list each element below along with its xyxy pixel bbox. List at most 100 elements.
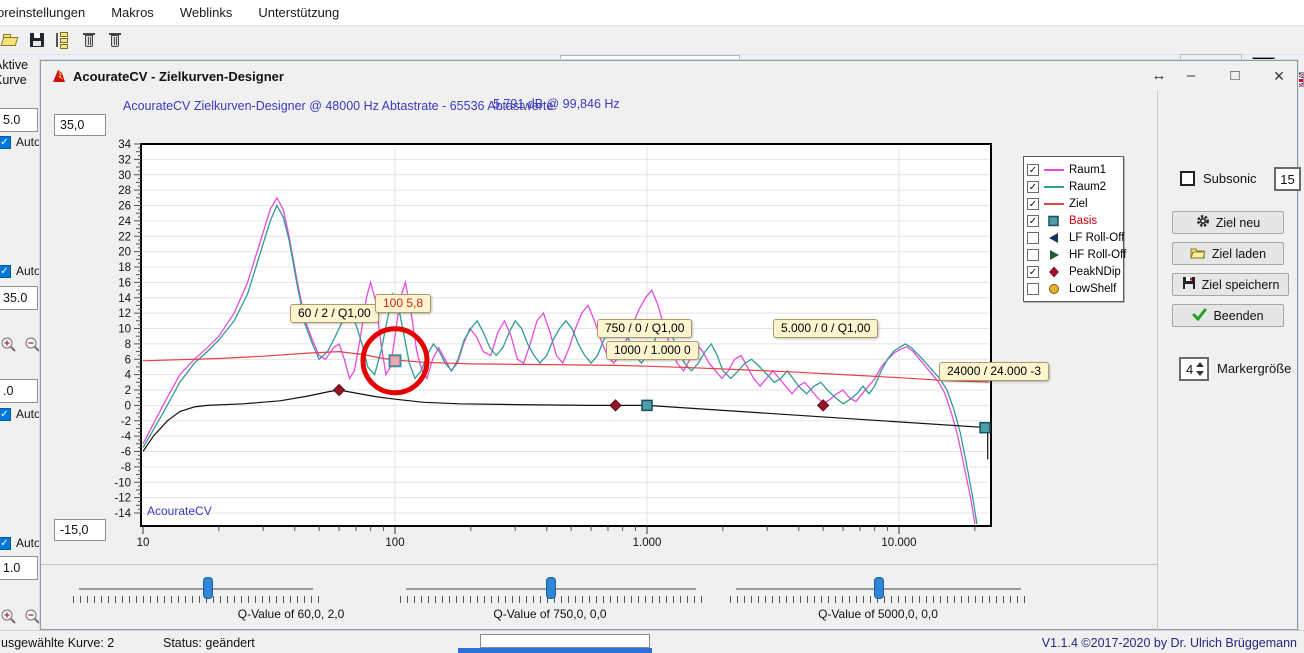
menu-item-unterstützung[interactable]: Unterstützung — [258, 5, 339, 20]
data-label: 24000 / 24.000 -3 — [939, 362, 1049, 381]
legend-checkbox[interactable] — [1027, 249, 1039, 261]
svg-text:16: 16 — [118, 277, 131, 289]
legend-label: Ziel — [1069, 198, 1088, 210]
selected-curve-marker[interactable] — [390, 355, 401, 366]
stepper-down-icon[interactable] — [1196, 371, 1204, 376]
y-max-field[interactable]: 35,0 — [54, 114, 106, 136]
curve-marker[interactable] — [642, 400, 652, 410]
line-icon — [1043, 181, 1065, 193]
curve-marker[interactable] — [610, 400, 621, 411]
marker-size-stepper[interactable]: 4 — [1179, 357, 1209, 381]
menu-item-makros[interactable]: Makros — [111, 5, 154, 20]
legend-checkbox[interactable]: ✓ — [1027, 215, 1039, 227]
svg-text:-10: -10 — [114, 477, 131, 489]
cursor-readout: 5,791 dB @ 99,846 Hz — [493, 97, 620, 111]
subsonic-value-field[interactable]: 15 — [1274, 167, 1301, 191]
legend-item-hf-roll-off[interactable]: HF Roll-Off — [1027, 246, 1120, 263]
legend-checkbox[interactable]: ✓ — [1027, 181, 1039, 193]
legend-item-lf-roll-off[interactable]: LF Roll-Off — [1027, 229, 1120, 246]
legend-checkbox[interactable]: ✓ — [1027, 198, 1039, 210]
legend-checkbox[interactable] — [1027, 232, 1039, 244]
ziel-neu-button[interactable]: Ziel neu — [1172, 211, 1284, 234]
ziel-speichern-button[interactable]: Ziel speichern — [1172, 273, 1289, 296]
active-curve-label-line2: Kurve — [0, 73, 27, 87]
slider-label: Q-Value of 60,0, 2,0 — [238, 607, 345, 621]
auto-checkbox-row-3[interactable]: ✓Auto — [0, 407, 41, 421]
minimize-icon[interactable]: – — [1177, 63, 1205, 89]
ziel-laden-button[interactable]: Ziel laden — [1172, 242, 1284, 265]
legend-item-ziel[interactable]: ✓ Ziel — [1027, 195, 1120, 212]
taskbar-peek — [458, 648, 652, 653]
slider-ticks — [73, 596, 319, 603]
legend-label: HF Roll-Off — [1069, 249, 1126, 261]
left-field-second[interactable]: 35.0 — [0, 286, 38, 310]
chart-watermark: AcourateCV — [147, 504, 212, 518]
zoom-out-icon[interactable] — [24, 608, 41, 625]
legend-item-raum1[interactable]: ✓ Raum1 — [1027, 161, 1120, 178]
curve-marker[interactable] — [818, 400, 829, 411]
legend-item-peakndip[interactable]: ✓PeakNDip — [1027, 263, 1120, 280]
menu-item-oreinstellungen[interactable]: oreinstellungen — [0, 5, 85, 20]
svg-text:12: 12 — [118, 308, 131, 320]
save-icon — [1182, 276, 1196, 293]
legend-label: Raum1 — [1069, 164, 1106, 176]
svg-text:14: 14 — [118, 293, 131, 305]
menu-item-weblinks[interactable]: Weblinks — [180, 5, 233, 20]
curve-marker[interactable] — [334, 385, 345, 396]
slider-label: Q-Value of 750,0, 0,0 — [493, 607, 606, 621]
auto-checkbox[interactable]: ✓ — [0, 408, 11, 421]
subsonic-checkbox[interactable] — [1180, 171, 1195, 186]
legend-item-raum2[interactable]: ✓Raum2 — [1027, 178, 1120, 195]
auto-checkbox-row-2[interactable]: ✓Auto — [0, 264, 41, 278]
auto-checkbox-row-4[interactable]: ✓Auto — [0, 536, 41, 550]
left-field-third[interactable]: .0 — [0, 379, 38, 403]
zoom-in-icon[interactable] — [0, 336, 17, 353]
marker-size-value: 4 — [1186, 362, 1193, 377]
trash-icon[interactable] — [106, 31, 124, 49]
svg-text:22: 22 — [118, 231, 131, 243]
legend-checkbox[interactable]: ✓ — [1027, 164, 1039, 176]
series-raum1 — [143, 198, 980, 582]
curve-marker[interactable] — [980, 423, 990, 433]
svg-text:6: 6 — [125, 354, 131, 366]
legend-checkbox[interactable]: ✓ — [1027, 266, 1039, 278]
slider-thumb[interactable] — [874, 577, 884, 599]
save-icon[interactable] — [28, 31, 46, 49]
open-icon[interactable] — [2, 31, 20, 49]
auto-checkbox[interactable]: ✓ — [0, 265, 11, 278]
slider-track[interactable] — [79, 588, 313, 590]
legend-item-lowshelf[interactable]: LowShelf — [1027, 280, 1120, 297]
left-field-top[interactable]: 5.0 — [0, 108, 38, 132]
square-icon — [1043, 215, 1065, 227]
resize-icon[interactable]: ↔ — [1145, 63, 1173, 89]
auto-checkbox-row-1[interactable]: ✓Auto — [0, 135, 41, 149]
circle-icon — [1043, 283, 1065, 295]
maximize-icon[interactable]: □ — [1221, 63, 1249, 89]
beenden-button[interactable]: Beenden — [1172, 304, 1284, 327]
y-min-field[interactable]: -15,0 — [54, 519, 106, 541]
left-field-bottom[interactable]: 1.0 — [0, 556, 38, 580]
legend: ✓Raum1✓Raum2✓Ziel✓BasisLF Roll-OffHF Rol… — [1023, 156, 1124, 302]
auto-checkbox[interactable]: ✓ — [0, 537, 11, 550]
trash-icon[interactable] — [80, 31, 98, 49]
svg-text:8: 8 — [125, 339, 131, 351]
stepper-up-icon[interactable] — [1196, 362, 1204, 367]
legend-label: LF Roll-Off — [1069, 232, 1124, 244]
legend-item-basis[interactable]: ✓Basis — [1027, 212, 1120, 229]
auto-checkbox[interactable]: ✓ — [0, 136, 11, 149]
gear-icon — [1196, 214, 1210, 231]
marker-size-label: Markergröße — [1217, 361, 1291, 376]
folder-icon — [1190, 246, 1206, 262]
slider-thumb[interactable] — [203, 577, 213, 599]
button-label: Ziel laden — [1212, 247, 1266, 261]
legend-checkbox[interactable] — [1027, 283, 1039, 295]
close-icon[interactable]: × — [1265, 63, 1293, 89]
curves-icon[interactable] — [54, 31, 72, 49]
toolbar-icons — [2, 31, 124, 49]
zoom-controls — [0, 336, 41, 353]
window-titlebar[interactable]: AcourateCV - Zielkurven-Designer ↔ – □ × — [41, 61, 1297, 91]
slider-thumb[interactable] — [546, 577, 556, 599]
chart-title: AcourateCV Zielkurven-Designer @ 48000 H… — [123, 99, 553, 113]
zoom-in-icon[interactable] — [0, 608, 17, 625]
zoom-out-icon[interactable] — [24, 336, 41, 353]
